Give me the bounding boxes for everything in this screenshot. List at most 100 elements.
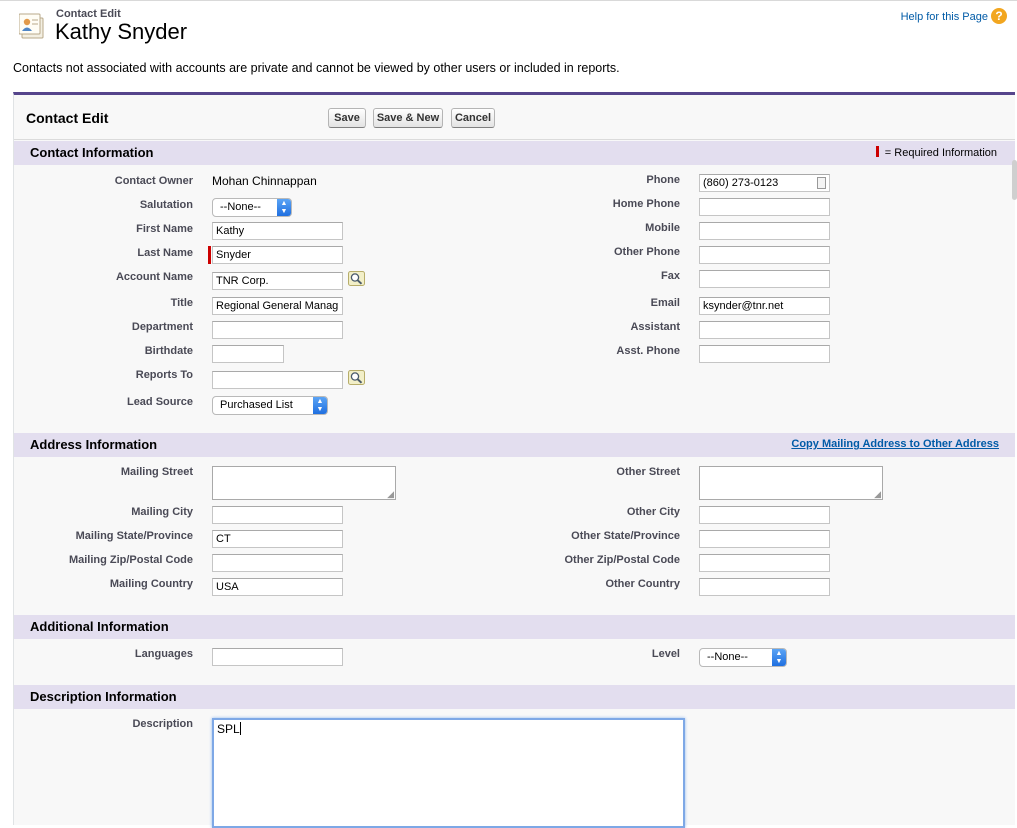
department-input[interactable] [212,321,343,339]
last-name-label: Last Name [137,247,193,259]
mailing-city-label: Mailing City [131,506,193,518]
languages-input[interactable] [212,648,343,666]
resize-grip-icon[interactable]: ◢ [874,490,881,499]
select-arrow-icon: ▲ ▼ [772,649,786,666]
mailing-zip-input[interactable] [212,554,343,572]
salutation-value: --None-- [220,201,261,213]
contact-card-icon [19,13,44,39]
text-cursor [239,722,241,735]
mailing-state-input[interactable]: CT [212,530,343,548]
languages-label: Languages [134,648,193,660]
mailing-country-input[interactable]: USA [212,578,343,596]
account-lookup-icon[interactable] [348,271,365,286]
account-name-label: Account Name [115,271,193,283]
mailing-street-label: Mailing Street [120,466,193,478]
other-phone-label: Other Phone [613,246,680,258]
fax-input[interactable] [699,270,830,288]
section-description-information: Description Information [14,685,1015,709]
select-arrow-icon: ▲ ▼ [313,397,327,414]
other-city-input[interactable] [699,506,830,524]
other-zip-input[interactable] [699,554,830,572]
section-contact-information: Contact Information = Required Informati… [14,141,1015,165]
required-indicator [208,246,211,264]
birthdate-input[interactable] [212,345,284,363]
mailing-zip-label: Mailing Zip/Postal Code [68,554,193,566]
page-title: Kathy Snyder [55,19,188,44]
other-state-input[interactable] [699,530,830,548]
department-label: Department [131,321,193,333]
mobile-input[interactable] [699,222,830,240]
asst-phone-label: Asst. Phone [616,345,680,357]
level-label: Level [651,648,680,660]
last-name-input[interactable]: Snyder [212,246,343,264]
mailing-state-label: Mailing State/Province [75,530,193,542]
cancel-button[interactable]: Cancel [451,108,495,128]
birthdate-label: Birthdate [144,345,193,357]
home-phone-input[interactable] [699,198,830,216]
assistant-input[interactable] [699,321,830,339]
phone-label: Phone [646,174,680,186]
mailing-street-textarea[interactable]: ◢ [212,466,396,500]
home-phone-label: Home Phone [612,198,680,210]
first-name-input[interactable]: Kathy [212,222,343,240]
divider [14,139,1015,140]
asst-phone-input[interactable] [699,345,830,363]
section-title: Contact Information [30,145,154,160]
section-title: Description Information [30,689,177,704]
other-city-label: Other City [626,506,680,518]
contact-edit-panel: Contact Edit Save Save & New Cancel Cont… [13,92,1015,828]
assistant-label: Assistant [630,321,680,333]
level-value: --None-- [707,651,748,663]
mailing-city-input[interactable] [212,506,343,524]
copy-address-link[interactable]: Copy Mailing Address to Other Address [791,438,999,450]
help-link[interactable]: Help for this Page [901,11,988,23]
title-label: Title [170,297,193,309]
resize-grip-icon[interactable]: ◢ [387,490,394,499]
email-label: Email [650,297,680,309]
level-select[interactable]: --None-- ▲ ▼ [699,648,787,667]
page-block-title: Contact Edit [26,110,109,126]
section-address-information: Address Information Copy Mailing Address… [14,433,1015,457]
privacy-notice: Contacts not associated with accounts ar… [13,61,620,75]
other-street-textarea[interactable]: ◢ [699,466,883,500]
save-and-new-button[interactable]: Save & New [373,108,443,128]
other-state-label: Other State/Province [571,530,680,542]
phone-input[interactable]: (860) 273-0123 [699,174,830,192]
email-input[interactable]: ksynder@tnr.net [699,297,830,315]
description-textarea[interactable]: SPL [212,718,685,828]
scrollbar[interactable] [1012,160,1017,200]
other-zip-label: Other Zip/Postal Code [564,554,680,566]
reports-to-input[interactable] [212,371,343,389]
section-title: Additional Information [30,619,169,634]
contact-owner-value: Mohan Chinnappan [212,174,317,188]
other-country-input[interactable] [699,578,830,596]
salutation-label: Salutation [139,199,193,211]
other-phone-input[interactable] [699,246,830,264]
salutation-select[interactable]: --None-- ▲ ▼ [212,198,292,217]
required-legend: = Required Information [875,146,997,159]
other-country-label: Other Country [605,578,680,590]
lead-source-select[interactable]: Purchased List ▲ ▼ [212,396,328,415]
top-border [0,0,1017,1]
other-street-label: Other Street [616,466,680,478]
select-arrow-icon: ▲ ▼ [277,199,291,216]
reports-to-label: Reports To [135,369,193,381]
mobile-label: Mobile [645,222,680,234]
title-input[interactable]: Regional General Manag [212,297,343,315]
fax-label: Fax [661,270,680,282]
reports-to-lookup-icon[interactable] [348,370,365,385]
required-marker [875,146,879,157]
save-button[interactable]: Save [328,108,366,128]
account-name-input[interactable]: TNR Corp. [212,272,343,290]
lead-source-label: Lead Source [126,396,193,408]
description-label: Description [132,718,193,730]
description-value: SPL [217,722,240,736]
help-icon[interactable]: ? [991,8,1007,24]
section-title: Address Information [30,437,158,452]
required-legend-text: = Required Information [884,147,997,159]
contact-owner-label: Contact Owner [114,175,193,187]
first-name-label: First Name [136,223,193,235]
section-additional-information: Additional Information [14,615,1015,639]
lead-source-value: Purchased List [220,399,293,411]
phone-dial-icon [817,177,826,189]
